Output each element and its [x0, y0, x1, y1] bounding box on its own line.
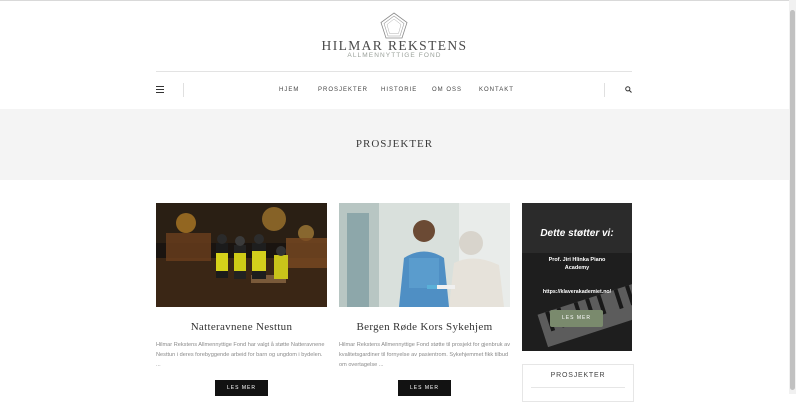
ad-heading: Dette støtter vi:: [540, 228, 614, 239]
project-title[interactable]: Bergen Røde Kors Sykehjem: [339, 321, 510, 333]
project-excerpt: Hilmar Rekstens Allmennyttige Fond støtt…: [339, 342, 510, 368]
header-divider: [156, 71, 632, 72]
project-image-rode-kors[interactable]: [339, 203, 510, 307]
ad-link[interactable]: https://klaverakademiet.no/: [522, 289, 632, 295]
nav-item-om-oss[interactable]: OM OSS: [432, 87, 462, 93]
widget-title: PROSJEKTER: [550, 372, 606, 379]
nav-separator-left: [183, 83, 184, 97]
nav-item-hjem[interactable]: HJEM: [279, 87, 299, 93]
hamburger-menu-icon[interactable]: [156, 86, 164, 93]
top-border: [0, 0, 789, 1]
ad-organization: Prof. Jiri Hlinka Piano Academy: [548, 257, 606, 271]
nav-item-prosjekter[interactable]: PROSJEKTER: [318, 87, 368, 93]
project-excerpt: Hilmar Rekstens Allmennyttige Fond har v…: [156, 342, 325, 368]
widget-divider: [531, 387, 625, 388]
page-title: PROSJEKTER: [355, 138, 434, 150]
nav-separator-right: [604, 83, 605, 97]
project-title[interactable]: Natteravnene Nesttun: [156, 321, 327, 333]
sidebar-ad-piano-academy: Dette støtter vi: Prof. Jiri Hlinka Pian…: [522, 203, 632, 351]
project-card: Bergen Røde Kors Sykehjem Hilmar Reksten…: [339, 203, 510, 396]
page-scrollbar[interactable]: [789, 0, 796, 394]
sidebar-widget-prosjekter: PROSJEKTER: [522, 364, 634, 402]
nav-item-kontakt[interactable]: KONTAKT: [479, 87, 514, 93]
nav-item-historie[interactable]: HISTORIE: [381, 87, 417, 93]
pentagon-logo-icon: [380, 12, 408, 39]
piano-background-image: [522, 203, 632, 351]
search-icon[interactable]: [625, 86, 632, 93]
scrollbar-thumb[interactable]: [790, 10, 795, 390]
project-card: Natteravnene Nesttun Hilmar Rekstens All…: [156, 203, 327, 396]
site-subtitle: ALLMENNYTTIGE FOND: [347, 52, 442, 59]
project-image-natteravnene[interactable]: [156, 203, 327, 307]
ad-read-more-button[interactable]: LES MER: [550, 310, 603, 327]
